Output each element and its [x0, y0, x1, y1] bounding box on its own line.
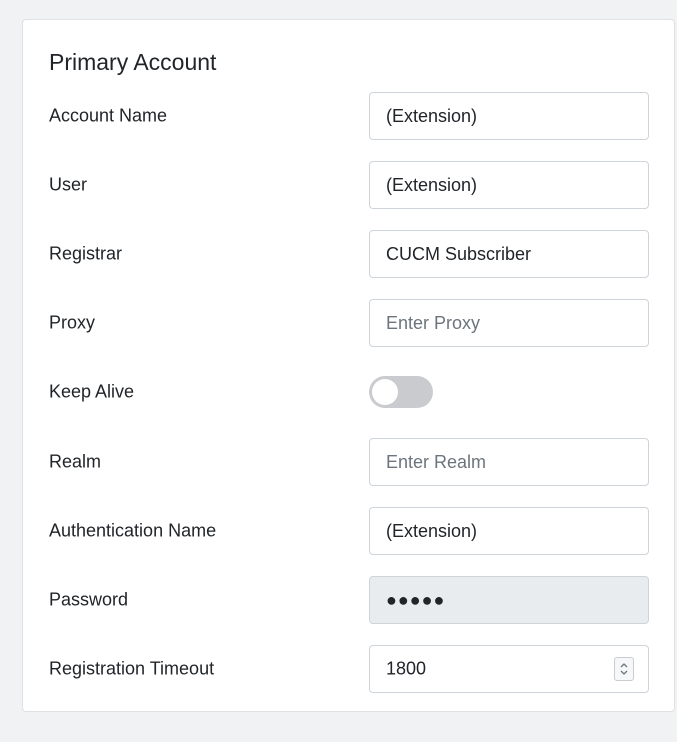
registrar-label: Registrar — [49, 243, 123, 264]
toggle-knob — [372, 379, 398, 405]
primary-account-card: Primary Account Account Name User Regist… — [22, 19, 675, 712]
realm-input[interactable] — [369, 438, 649, 486]
account-name-label: Account Name — [49, 105, 168, 126]
user-row: User — [23, 161, 674, 209]
proxy-input[interactable] — [369, 299, 649, 347]
realm-row: Realm — [23, 438, 674, 486]
auth-name-input[interactable] — [369, 507, 649, 555]
realm-label: Realm — [49, 451, 102, 472]
password-masked-value: ●●●●● — [386, 589, 446, 610]
account-name-row: Account Name — [23, 92, 674, 140]
password-field[interactable]: ●●●●● — [369, 576, 649, 624]
proxy-label: Proxy — [49, 312, 96, 333]
registration-timeout-input[interactable]: 1800 — [369, 645, 649, 693]
up-down-chevron-icon[interactable] — [614, 657, 634, 681]
registrar-input[interactable] — [369, 230, 649, 278]
keep-alive-row: Keep Alive — [23, 368, 674, 416]
card-title: Primary Account — [49, 49, 217, 75]
password-label: Password — [49, 589, 129, 610]
auth-name-row: Authentication Name — [23, 507, 674, 555]
account-name-input[interactable] — [369, 92, 649, 140]
keep-alive-label: Keep Alive — [49, 381, 135, 402]
auth-name-label: Authentication Name — [49, 520, 217, 541]
registration-timeout-label: Registration Timeout — [49, 658, 215, 679]
user-input[interactable] — [369, 161, 649, 209]
user-label: User — [49, 174, 88, 195]
proxy-row: Proxy — [23, 299, 674, 347]
registration-timeout-value: 1800 — [386, 658, 427, 679]
password-row: Password ●●●●● — [23, 576, 674, 624]
registration-timeout-row: Registration Timeout 1800 — [23, 645, 674, 693]
keep-alive-toggle[interactable] — [369, 376, 433, 408]
registrar-row: Registrar — [23, 230, 674, 278]
